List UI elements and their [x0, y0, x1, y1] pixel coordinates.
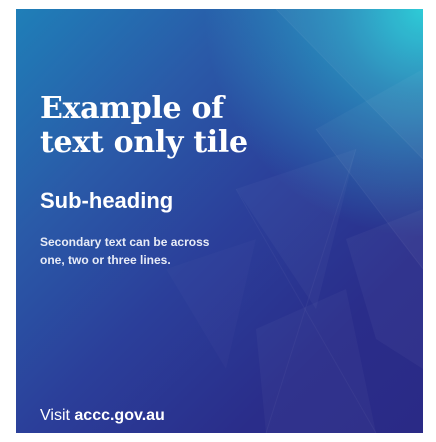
page: Example of text only tile Sub-heading Se… — [0, 0, 436, 442]
tile-subheading: Sub-heading — [40, 188, 174, 213]
text-only-tile: Example of text only tile Sub-heading Se… — [16, 9, 423, 433]
tile-heading: Example of text only tile — [40, 92, 248, 160]
secondary-text-line-1: Secondary text can be across — [40, 235, 210, 249]
tile-heading-line-1: Example of — [40, 91, 224, 126]
visit-prefix: Visit — [40, 407, 70, 424]
secondary-text-line-2: one, two or three lines. — [40, 253, 171, 267]
visit-link-text[interactable]: Visit accc.gov.au — [40, 406, 165, 426]
geometric-facet-pattern — [235, 9, 423, 433]
tile-heading-line-2: text only tile — [40, 125, 248, 160]
tile-secondary-text: Secondary text can be across one, two or… — [40, 233, 209, 269]
website-url-link[interactable]: accc.gov.au — [74, 407, 164, 424]
